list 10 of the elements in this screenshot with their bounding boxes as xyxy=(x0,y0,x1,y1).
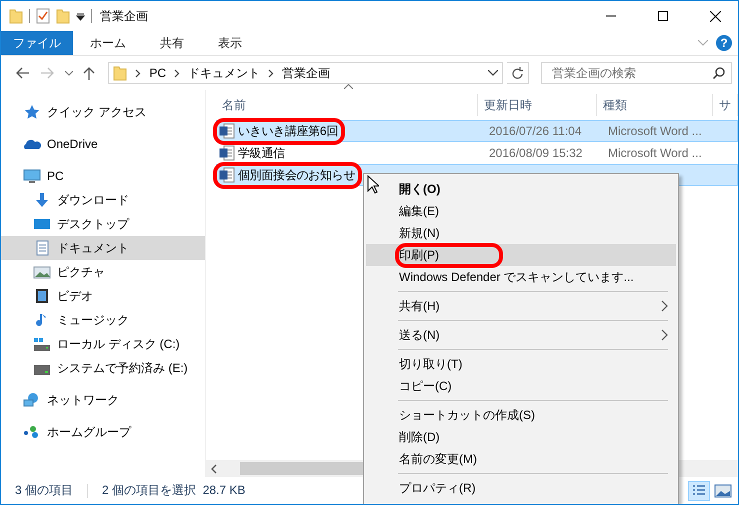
file-name: 学級通信 xyxy=(217,144,288,162)
selection-info: 2 個の項目を選択 28.7 KB xyxy=(102,482,246,499)
date-cell-text: 2016/08/09 15:32 xyxy=(488,146,584,160)
item-count: 3 個の項目 xyxy=(15,482,74,499)
file-name: いきいき講座第6回 xyxy=(217,122,341,140)
date-cell-text: 2016/07/26 11:04 xyxy=(488,124,583,138)
window-title: 営業企画 xyxy=(100,8,148,24)
file-name: 個別面接会のお知らせ xyxy=(217,166,358,184)
type-cell-text: Microsoft Word ... xyxy=(607,124,703,138)
type-cell-text: Microsoft Word ... xyxy=(607,146,703,160)
